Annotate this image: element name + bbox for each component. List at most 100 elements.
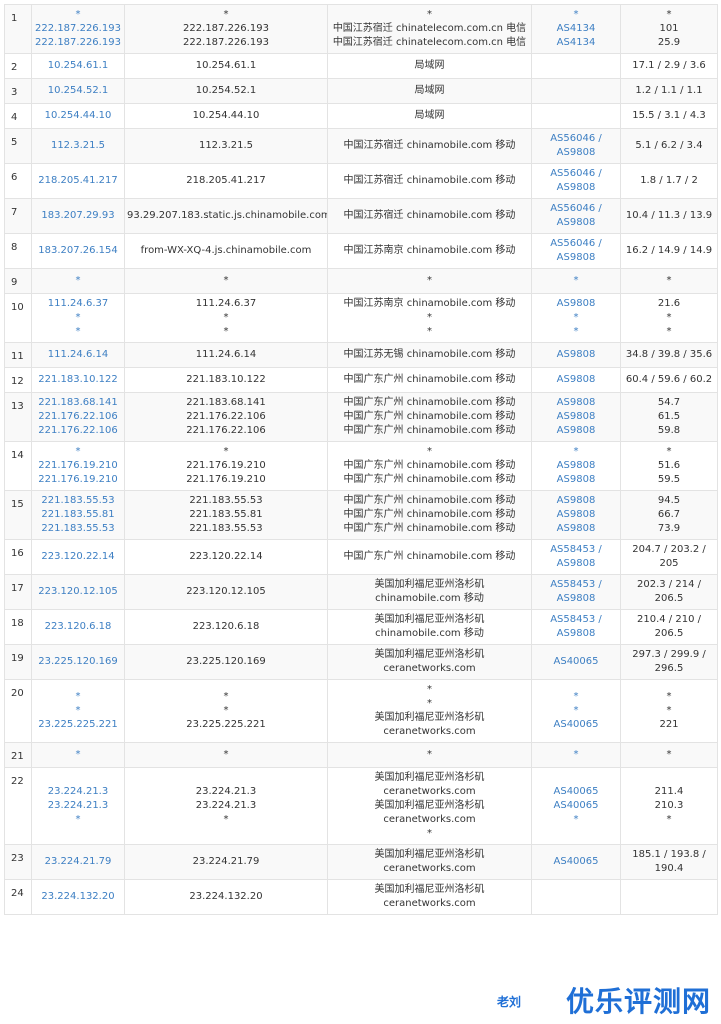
asn-text[interactable]: AS9808 <box>534 297 618 311</box>
ip-text[interactable]: 183.207.29.93 <box>34 209 122 223</box>
ip-text[interactable]: 221.176.19.210 <box>34 473 122 487</box>
ip-text[interactable]: 221.176.19.210 <box>34 459 122 473</box>
ip-text[interactable]: 223.120.22.14 <box>34 550 122 564</box>
asn-text[interactable]: AS56046 / <box>534 202 618 216</box>
ip-text[interactable]: 23.224.21.3 <box>34 785 122 799</box>
asn-text[interactable]: AS9808 <box>534 522 618 536</box>
asn-text: * <box>573 275 579 286</box>
asn-text[interactable]: AS40065 <box>534 799 618 813</box>
asn-text[interactable]: AS58453 / <box>534 543 618 557</box>
asn-text[interactable]: AS4134 <box>534 36 618 50</box>
latency-text: * <box>666 691 672 702</box>
asn-cell: * <box>531 268 621 294</box>
asn-text[interactable]: AS9808 <box>534 410 618 424</box>
latency-text: 297.3 / 299.9 / <box>632 649 706 660</box>
latency-cell: 1.2 / 1.1 / 1.1 <box>620 78 718 104</box>
asn-text[interactable]: AS58453 / <box>534 578 618 592</box>
ip-text[interactable]: 112.3.21.5 <box>34 139 122 153</box>
hostname-text: 23.224.21.3 <box>195 786 257 797</box>
location-cell: * 中国广东广州 chinamobile.com 移动 中国广东广州 chinamo… <box>327 441 532 491</box>
asn-text[interactable]: AS9808 <box>534 146 618 160</box>
asn-text[interactable]: AS9808 <box>534 373 618 387</box>
ip-cell: 23.225.120.169 <box>31 644 125 680</box>
hop-number: 19 <box>4 644 32 680</box>
hop-row: 21 * * * * * <box>4 742 718 768</box>
asn-text[interactable]: AS40065 <box>534 785 618 799</box>
asn-text[interactable]: AS40065 <box>534 855 618 869</box>
latency-text: 17.1 / 2.9 / 3.6 <box>632 60 706 71</box>
asn-text[interactable]: AS56046 / <box>534 167 618 181</box>
latency-text: * <box>666 312 672 323</box>
hop-row: 7 183.207.29.93 93.29.207.183.static.js.ch… <box>4 198 718 234</box>
ip-text[interactable]: 221.183.10.122 <box>34 373 122 387</box>
ip-text[interactable]: 23.225.225.221 <box>34 718 122 732</box>
asn-text[interactable]: AS9808 <box>534 627 618 641</box>
asn-text[interactable]: AS40065 <box>534 655 618 669</box>
ip-text[interactable]: 23.225.120.169 <box>34 655 122 669</box>
asn-text[interactable]: AS9808 <box>534 348 618 362</box>
asn-cell <box>531 53 621 79</box>
hostname-cell: 221.183.55.53 221.183.55.81 221.183.55.53 <box>124 490 328 540</box>
location-text: * <box>427 312 432 323</box>
hostname-text: * <box>223 312 229 323</box>
ip-text[interactable]: 221.176.22.106 <box>34 410 122 424</box>
asn-text[interactable]: AS56046 / <box>534 237 618 251</box>
asn-text[interactable]: AS9808 <box>534 459 618 473</box>
ip-text[interactable]: 223.120.6.18 <box>34 620 122 634</box>
asn-text[interactable]: AS9808 <box>534 557 618 571</box>
location-text: 中国江苏南京 chinamobile.com 移动 <box>343 298 516 309</box>
latency-text: 60.4 / 59.6 / 60.2 <box>625 374 713 385</box>
ip-text[interactable]: 221.183.68.141 <box>34 396 122 410</box>
asn-text[interactable]: AS9808 <box>534 181 618 195</box>
ip-text[interactable]: 222.187.226.193 <box>34 36 122 50</box>
ip-text[interactable]: 10.254.52.1 <box>34 84 122 98</box>
asn-text[interactable]: AS9808 <box>534 473 618 487</box>
asn-text[interactable]: AS40065 <box>534 718 618 732</box>
ip-text[interactable]: 10.254.61.1 <box>34 59 122 73</box>
asn-text[interactable]: AS58453 / <box>534 613 618 627</box>
asn-text[interactable]: AS4134 <box>534 22 618 36</box>
hop-row: 16 223.120.22.14 223.120.22.14 中国广东广州 china… <box>4 539 718 575</box>
ip-text[interactable]: 221.176.22.106 <box>34 424 122 438</box>
location-text: 中国广东广州 chinamobile.com 移动 <box>343 397 516 408</box>
ip-text: * <box>75 705 81 716</box>
asn-text[interactable]: AS9808 <box>534 216 618 230</box>
hop-row: 9 * * * * * <box>4 268 718 294</box>
ip-text[interactable]: 221.183.55.53 <box>34 494 122 508</box>
hostname-cell: from-WX-XQ-4.js.chinamobile.com <box>124 233 328 269</box>
ip-text[interactable]: 223.120.12.105 <box>34 585 122 599</box>
asn-text[interactable]: AS9808 <box>534 396 618 410</box>
ip-text[interactable]: 218.205.41.217 <box>34 174 122 188</box>
latency-text: 210.4 / 210 / <box>637 614 701 625</box>
location-text: 中国江苏宿迁 chinamobile.com 移动 <box>343 210 516 221</box>
ip-text[interactable]: 111.24.6.14 <box>34 348 122 362</box>
latency-text: 221 <box>659 719 679 730</box>
location-cell: 美国加利福尼亚州洛杉矶 chinamobile.com 移动 <box>327 574 532 610</box>
asn-text[interactable]: AS9808 <box>534 494 618 508</box>
ip-text[interactable]: 111.24.6.37 <box>34 297 122 311</box>
location-cell: * <box>327 268 532 294</box>
asn-text[interactable]: AS56046 / <box>534 132 618 146</box>
ip-text[interactable]: 221.183.55.81 <box>34 508 122 522</box>
location-text: ceranetworks.com <box>383 863 476 874</box>
asn-text[interactable]: AS9808 <box>534 508 618 522</box>
ip-text[interactable]: 23.224.132.20 <box>34 890 122 904</box>
ip-text[interactable]: 221.183.55.53 <box>34 522 122 536</box>
ip-text[interactable]: 23.224.21.79 <box>34 855 122 869</box>
latency-cell: 210.4 / 210 / 206.5 <box>620 609 718 645</box>
asn-text[interactable]: AS9808 <box>534 592 618 606</box>
ip-text[interactable]: 23.224.21.3 <box>34 799 122 813</box>
ip-text[interactable]: 10.254.44.10 <box>34 109 122 123</box>
hop-row: 14 * 221.176.19.210 221.176.19.210 * 221.176.… <box>4 441 718 491</box>
ip-text[interactable]: 183.207.26.154 <box>34 244 122 258</box>
latency-cell: 21.6 * * <box>620 293 718 343</box>
asn-text[interactable]: AS9808 <box>534 424 618 438</box>
location-cell: 美国加利福尼亚州洛杉矶 chinamobile.com 移动 <box>327 609 532 645</box>
ip-cell: * * 23.225.225.221 <box>31 679 125 743</box>
asn-text[interactable]: AS9808 <box>534 251 618 265</box>
asn-cell: * * AS40065 <box>531 679 621 743</box>
ip-text[interactable]: 222.187.226.193 <box>34 22 122 36</box>
latency-text: 206.5 <box>654 628 684 639</box>
location-text: ceranetworks.com <box>383 814 476 825</box>
hop-row: 11 111.24.6.14 111.24.6.14 中国江苏无锡 chinamobi… <box>4 342 718 368</box>
